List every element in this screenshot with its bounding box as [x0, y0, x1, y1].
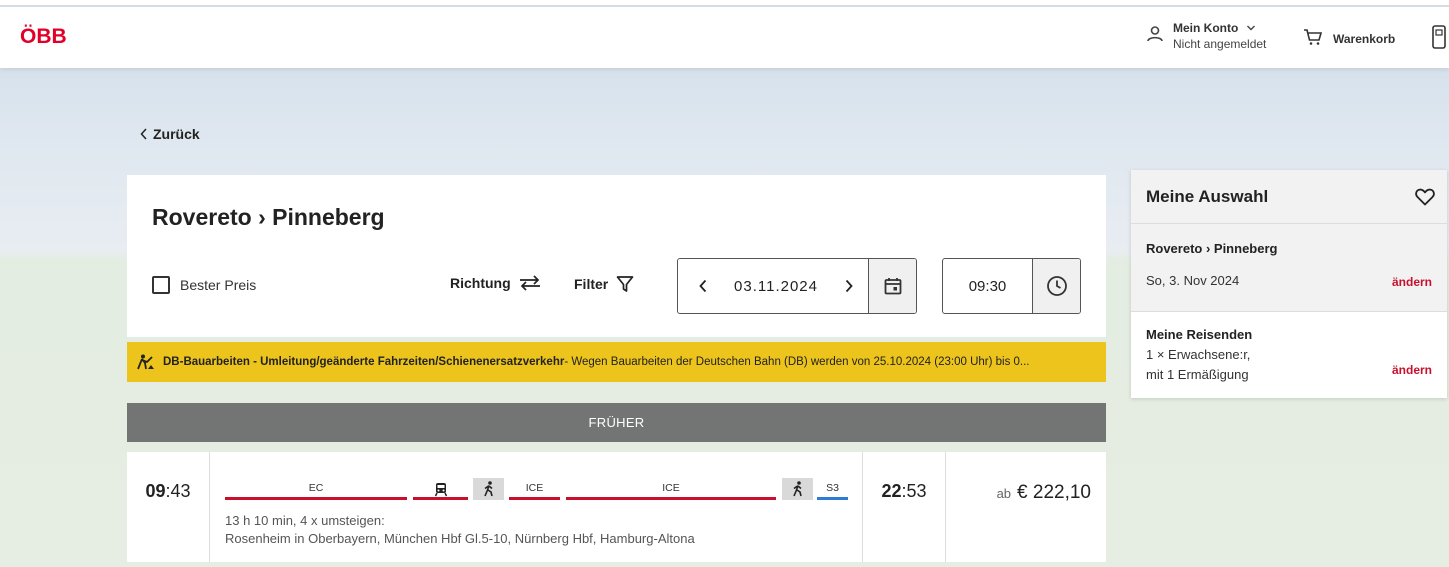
- construction-worker-icon: [137, 354, 154, 370]
- travellers-line-2: mit 1 Ermäßigung: [1146, 367, 1249, 382]
- clock-icon: [1046, 276, 1067, 296]
- price-prefix: ab: [996, 486, 1012, 501]
- segment-walk-2[interactable]: [782, 478, 813, 500]
- filter-button[interactable]: Filter: [574, 275, 634, 293]
- segment-ice-1[interactable]: ICE: [509, 480, 560, 500]
- walk-icon: [483, 481, 493, 497]
- change-travellers-link[interactable]: ändern: [1392, 363, 1432, 377]
- segment-walk-1[interactable]: [473, 478, 504, 500]
- filter-funnel-icon: [616, 276, 634, 292]
- segment-s3[interactable]: S3: [817, 480, 848, 500]
- cart-label: Warenkorb: [1333, 31, 1396, 46]
- direction-label: Richtung: [450, 275, 511, 291]
- price[interactable]: ab € 222,10: [946, 452, 1106, 562]
- selection-route: Rovereto › Pinneberg: [1146, 241, 1278, 256]
- travellers-line-1: 1 × Erwachsene:r,: [1146, 347, 1251, 362]
- price-value: € 222,10: [1017, 482, 1091, 503]
- best-price-label: Bester Preis: [180, 277, 257, 293]
- bus-icon: [434, 482, 447, 496]
- account-menu[interactable]: Mein Konto Nicht angemeldet: [1145, 21, 1266, 51]
- search-panel: Rovereto › Pinneberg Bester Preis Richtu…: [127, 175, 1106, 337]
- selection-travellers-section: Meine Reisenden 1 × Erwachsene:r, mit 1 …: [1131, 312, 1447, 398]
- obb-logo[interactable]: ÖBB: [20, 25, 67, 49]
- duration-text: 13 h 10 min, 4 x umsteigen:: [225, 513, 385, 528]
- date-picker: 03.11.2024: [677, 258, 917, 314]
- best-price-checkbox[interactable]: [152, 276, 170, 294]
- earlier-button[interactable]: FRÜHER: [127, 403, 1106, 442]
- selection-route-section: Rovereto › Pinneberg So, 3. Nov 2024 änd…: [1131, 224, 1447, 312]
- construction-alert[interactable]: DB-Bauarbeiten - Umleitung/geänderte Fah…: [127, 342, 1106, 382]
- heart-icon[interactable]: [1415, 188, 1435, 206]
- mobile-icon[interactable]: [1432, 25, 1446, 54]
- user-icon: [1145, 24, 1165, 49]
- site-header: ÖBB Mein Konto Nicht angemeldet Warenkor…: [0, 7, 1449, 68]
- route-title: Rovereto › Pinneberg: [152, 204, 385, 230]
- my-selection-panel: Meine Auswahl Rovereto › Pinneberg So, 3…: [1131, 170, 1447, 398]
- departure-time: 09:43: [127, 452, 210, 562]
- cart-button[interactable]: Warenkorb: [1303, 28, 1395, 49]
- connection-details: EC ICE ICE S3 13 h 10 min, 4 x umsteigen…: [210, 452, 863, 562]
- filter-label: Filter: [574, 276, 609, 292]
- clock-button[interactable]: [1032, 259, 1080, 313]
- alert-title: DB-Bauarbeiten - Umleitung/geänderte Fah…: [163, 356, 565, 368]
- connection-card[interactable]: 09:43 EC ICE ICE S3 13 h 10 min, 4 x um…: [127, 452, 1106, 562]
- date-value[interactable]: 03.11.2024: [734, 278, 818, 295]
- account-status: Nicht angemeldet: [1173, 37, 1267, 51]
- best-price-option[interactable]: Bester Preis: [152, 276, 256, 294]
- my-selection-header: Meine Auswahl: [1131, 170, 1447, 224]
- arrival-time: 22:53: [863, 452, 946, 562]
- back-label: Zurück: [153, 126, 200, 142]
- walk-icon: [792, 481, 802, 497]
- chevron-left-icon: [140, 128, 147, 140]
- chevron-down-icon: [1246, 25, 1255, 31]
- selection-date: So, 3. Nov 2024: [1146, 273, 1240, 288]
- segment-ec[interactable]: EC: [225, 480, 407, 500]
- change-route-link[interactable]: ändern: [1392, 275, 1432, 289]
- account-label: Mein Konto: [1173, 21, 1266, 35]
- my-selection-title: Meine Auswahl: [1146, 186, 1269, 206]
- top-strip: [0, 0, 1449, 6]
- calendar-button[interactable]: [868, 259, 916, 313]
- time-value[interactable]: 09:30: [943, 259, 1032, 313]
- segment-bus[interactable]: [413, 478, 468, 500]
- via-stations: Rosenheim in Oberbayern, München Hbf Gl.…: [225, 531, 695, 546]
- calendar-icon: [884, 278, 901, 295]
- direction-button[interactable]: Richtung: [450, 275, 541, 291]
- swap-arrows-icon: [519, 275, 540, 291]
- cart-icon: [1303, 28, 1323, 49]
- travellers-title: Meine Reisenden: [1146, 327, 1253, 342]
- back-link[interactable]: Zurück: [140, 126, 200, 142]
- time-picker: 09:30: [942, 258, 1081, 314]
- prev-day-chevron-icon[interactable]: [698, 279, 708, 293]
- alert-text: - Wegen Bauarbeiten der Deutschen Bahn (…: [564, 356, 1030, 368]
- segment-ice-2[interactable]: ICE: [566, 480, 776, 500]
- next-day-chevron-icon[interactable]: [844, 279, 854, 293]
